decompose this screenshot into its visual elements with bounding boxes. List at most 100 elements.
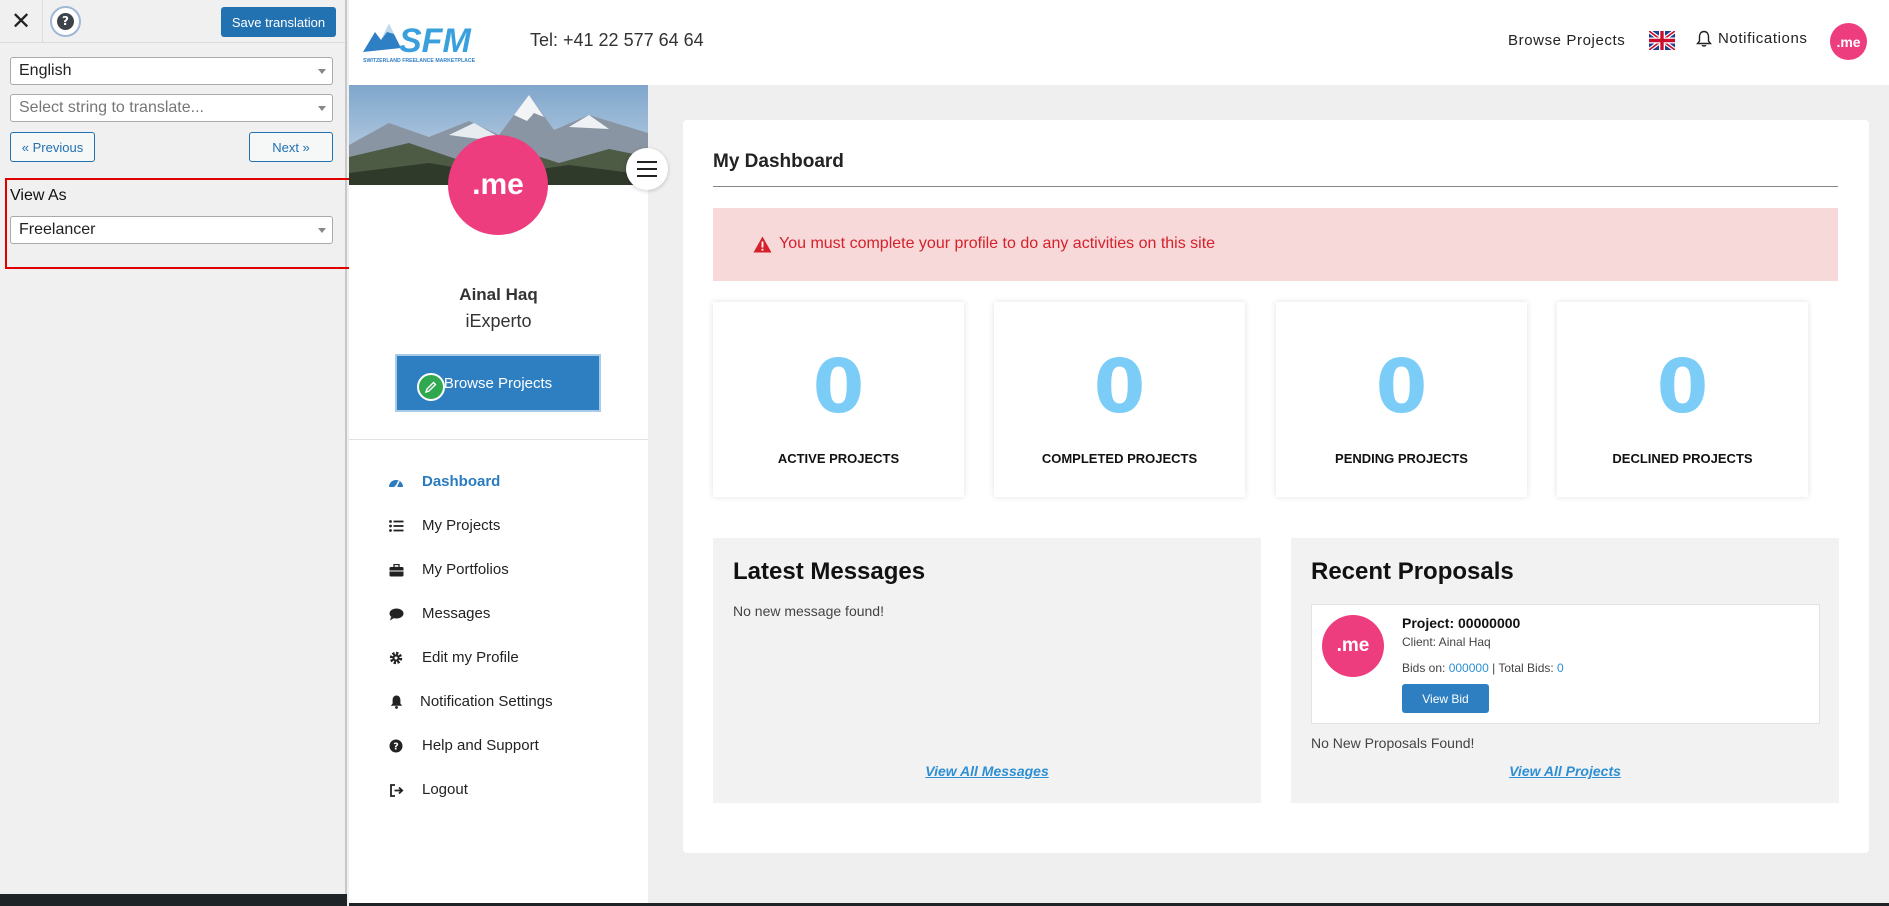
sidebar-browse-projects-button[interactable]: Browse Projects: [395, 354, 601, 412]
translation-panel: ✕ ? Save translation English Select stri…: [0, 0, 347, 906]
header-avatar[interactable]: .me: [1830, 23, 1867, 60]
no-messages-text: No new message found!: [733, 603, 884, 619]
phone-number: Tel: +41 22 577 64 64: [530, 30, 704, 50]
bids-on-label: Bids on:: [1402, 661, 1446, 675]
latest-messages-title: Latest Messages: [733, 558, 926, 585]
sidebar-item-logout[interactable]: Logout: [349, 768, 648, 812]
sidebar-item-label: Notification Settings: [420, 693, 553, 710]
notifications-link[interactable]: Notifications: [1718, 30, 1808, 47]
svg-text:SFM: SFM: [399, 22, 471, 60]
uk-flag-icon[interactable]: [1647, 29, 1677, 52]
sidebar-item-my-projects[interactable]: My Projects: [349, 504, 648, 548]
view-all-messages-link[interactable]: View All Messages: [713, 763, 1261, 779]
sidebar-item-dashboard[interactable]: Dashboard: [349, 460, 648, 504]
sidebar-menu: Dashboard My Projects My Portfolios Mess…: [349, 460, 648, 812]
stat-label: ACTIVE PROJECTS: [777, 451, 900, 466]
close-icon[interactable]: ✕: [8, 8, 34, 34]
pencil-icon: [417, 373, 445, 401]
sidebar-item-messages[interactable]: Messages: [349, 592, 648, 636]
sidebar-item-my-portfolios[interactable]: My Portfolios: [349, 548, 648, 592]
sidebar-browse-projects-label: Browse Projects: [443, 374, 553, 392]
chevron-down-icon: [318, 106, 326, 111]
next-button[interactable]: Next »: [249, 132, 333, 162]
title-divider: [713, 186, 1838, 187]
hamburger-menu-icon[interactable]: [626, 148, 668, 190]
sfm-logo[interactable]: SFM SWITZERLAND FREELANCE MARKETPLACE: [361, 18, 486, 64]
gear-icon: [388, 650, 404, 666]
list-icon: [388, 518, 404, 534]
stat-label: DECLINED PROJECTS: [1612, 451, 1753, 466]
stat-label: COMPLETED PROJECTS: [1041, 451, 1198, 466]
warning-icon: [753, 236, 772, 253]
stat-value: 0: [1093, 344, 1146, 430]
chat-bubble-icon: [388, 606, 404, 622]
sidebar-item-label: My Portfolios: [422, 561, 509, 578]
stat-label: PENDING PROJECTS: [1335, 451, 1468, 466]
mountain-logo-icon: SFM SWITZERLAND FREELANCE MARKETPLACE: [363, 22, 476, 64]
view-bid-button[interactable]: View Bid: [1402, 684, 1489, 713]
sidebar-item-label: Help and Support: [422, 737, 539, 754]
dashboard-card: My Dashboard You must complete your prof…: [683, 120, 1869, 853]
svg-text:SWITZERLAND FREELANCE MARKETPL: SWITZERLAND FREELANCE MARKETPLACE: [363, 58, 476, 64]
proposal-item: .me Project: 00000000 Client: Ainal Haq …: [1311, 604, 1820, 724]
profile-organization: iExperto: [465, 311, 532, 331]
stat-value: 0: [812, 344, 865, 430]
stat-card-pending-projects: 0 PENDING PROJECTS: [1276, 302, 1527, 497]
proposal-bids: Bids on: 000000 | Total Bids: 0: [1402, 661, 1564, 675]
bids-on-value-link[interactable]: 000000: [1449, 661, 1489, 675]
sidebar-item-label: Edit my Profile: [422, 649, 519, 666]
divider: [349, 439, 648, 440]
stat-value: 0: [1656, 344, 1709, 430]
chevron-down-icon: [318, 69, 326, 74]
proposal-project: Project: 00000000: [1402, 615, 1521, 631]
logout-icon: [388, 782, 404, 798]
sidebar-item-label: My Projects: [422, 517, 501, 534]
save-translation-button[interactable]: Save translation: [221, 7, 336, 37]
proposal-client: Client: Ainal Haq: [1402, 635, 1491, 649]
stat-card-active-projects: 0 ACTIVE PROJECTS: [713, 302, 964, 497]
sidebar-item-label: Logout: [422, 781, 468, 798]
proposal-avatar: .me: [1322, 615, 1384, 677]
recent-proposals-title: Recent Proposals: [1311, 558, 1514, 585]
alert-text: You must complete your profile to do any…: [779, 235, 1216, 252]
highlight-box: [5, 178, 362, 269]
previous-button[interactable]: « Previous: [10, 132, 95, 162]
sidebar-item-label: Dashboard: [422, 473, 501, 490]
no-proposals-text: No New Proposals Found!: [1311, 735, 1475, 751]
total-bids-label: Total Bids:: [1498, 661, 1554, 675]
toolbar-divider: [42, 0, 43, 43]
bell-icon[interactable]: [1696, 30, 1712, 48]
header-browse-projects-link[interactable]: Browse Projects: [1508, 32, 1625, 49]
panel-footer-bar: [0, 894, 347, 906]
latest-messages-panel: Latest Messages No new message found! Vi…: [713, 538, 1261, 803]
stat-card-completed-projects: 0 COMPLETED PROJECTS: [994, 302, 1245, 497]
sidebar-item-label: Messages: [422, 605, 491, 622]
profile-name: Ainal Haq: [459, 285, 538, 304]
sidebar-item-edit-profile[interactable]: Edit my Profile: [349, 636, 648, 680]
bids-separator: |: [1492, 661, 1496, 675]
string-select-placeholder: Select string to translate...: [19, 99, 204, 116]
total-bids-value-link[interactable]: 0: [1557, 661, 1564, 675]
sidebar-item-notification-settings[interactable]: Notification Settings: [349, 680, 648, 724]
site-header: SFM SWITZERLAND FREELANCE MARKETPLACE Te…: [349, 0, 1889, 85]
stat-value: 0: [1375, 344, 1428, 430]
language-select-value: English: [19, 62, 72, 79]
profile-sidebar: .me Ainal Haq iExperto Browse Projects D…: [349, 85, 668, 906]
question-icon: ?: [388, 738, 404, 754]
language-select[interactable]: English: [10, 57, 333, 85]
recent-proposals-panel: Recent Proposals .me Project: 00000000 C…: [1291, 538, 1839, 803]
stat-card-declined-projects: 0 DECLINED PROJECTS: [1557, 302, 1808, 497]
profile-incomplete-alert: You must complete your profile to do any…: [713, 208, 1838, 281]
view-all-projects-link[interactable]: View All Projects: [1291, 763, 1839, 779]
svg-text:?: ?: [393, 742, 399, 753]
translation-toolbar: ✕ ? Save translation: [0, 0, 345, 43]
string-select[interactable]: Select string to translate...: [10, 94, 333, 122]
profile-avatar: .me: [448, 135, 548, 235]
question-icon: ?: [57, 13, 74, 30]
dashboard-icon: [388, 474, 404, 490]
sidebar-item-help-support[interactable]: ? Help and Support: [349, 724, 648, 768]
help-button[interactable]: ?: [50, 6, 81, 37]
page-title: My Dashboard: [713, 151, 844, 172]
briefcase-icon: [388, 562, 404, 578]
bell-icon: [388, 694, 404, 710]
